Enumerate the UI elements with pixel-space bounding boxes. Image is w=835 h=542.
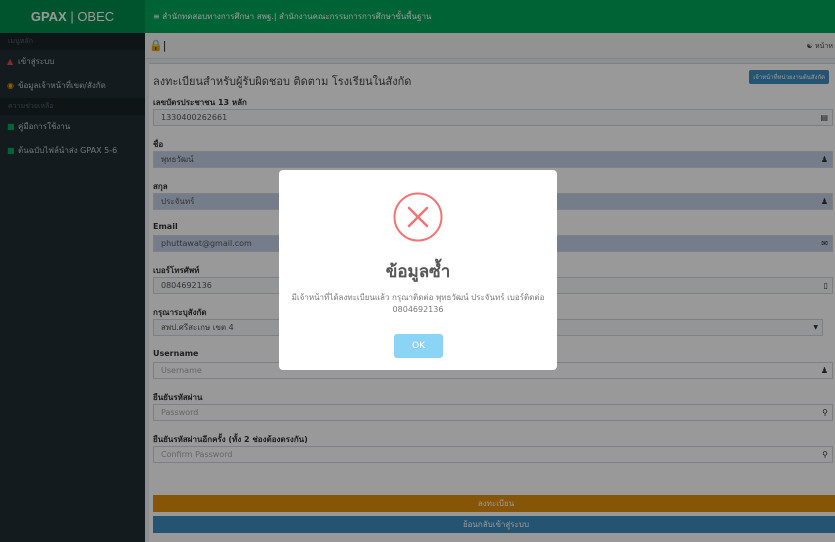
dialog-title: ข้อมูลซ้ำ — [385, 262, 451, 282]
error-x-icon — [393, 192, 443, 242]
ok-button[interactable]: OK — [394, 334, 443, 358]
duplicate-data-dialog: ข้อมูลซ้ำ มีเจ้าหน้าที่ได้ลงทะเบียนแล้ว … — [279, 170, 557, 370]
dialog-message: มีเจ้าหน้าที่ได้ลงทะเบียนแล้ว กรุณาติดต่… — [291, 293, 545, 314]
